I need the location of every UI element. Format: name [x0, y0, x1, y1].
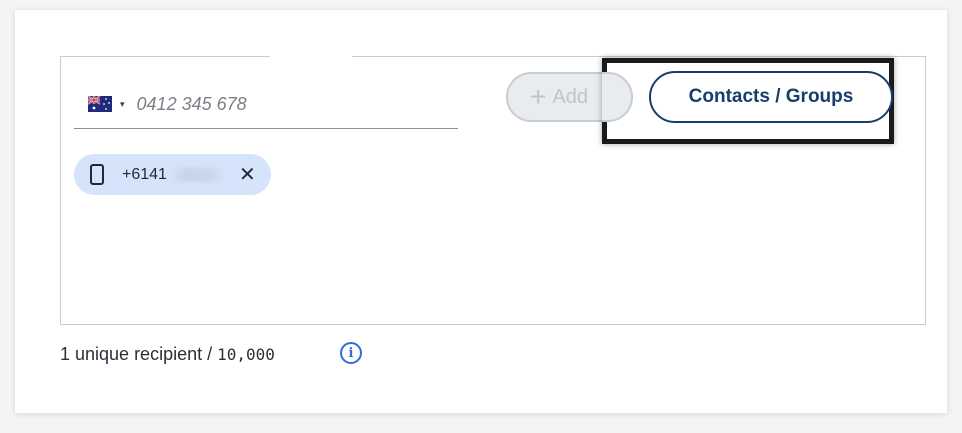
remove-recipient-icon[interactable]: ✕ [239, 165, 256, 185]
recipient-counter: 1 unique recipient / 10,000 [60, 344, 275, 365]
recipient-chip[interactable]: +6141 ✕ [74, 154, 271, 195]
phone-number-row: ▾ [74, 80, 458, 129]
add-button-label: Add [552, 85, 588, 108]
redacted-digits [168, 167, 227, 182]
phone-number-input[interactable] [136, 93, 417, 115]
info-icon[interactable]: i [340, 342, 362, 364]
mobile-phone-icon [90, 164, 104, 185]
add-button-overlap: + Add [602, 71, 636, 123]
country-dropdown-caret-icon[interactable]: ▾ [120, 99, 125, 110]
contacts-groups-button[interactable]: Contacts / Groups [649, 71, 893, 123]
plus-icon: + [530, 81, 547, 112]
contacts-groups-label: Contacts / Groups [688, 86, 854, 107]
recipient-number: +6141 [122, 165, 167, 183]
australia-flag-icon[interactable] [88, 96, 112, 112]
box-top-gap [270, 55, 352, 58]
recipient-limit: 10,000 [217, 345, 275, 364]
recipient-counter-text: 1 unique recipient / [60, 344, 218, 364]
